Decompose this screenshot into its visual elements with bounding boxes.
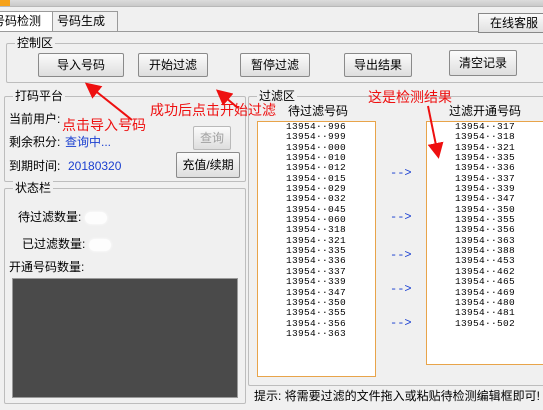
arrow-to-import [84,82,133,121]
arrow-to-results [427,105,444,159]
arrow-to-start [215,89,239,109]
annotation-arrows [84,82,444,159]
